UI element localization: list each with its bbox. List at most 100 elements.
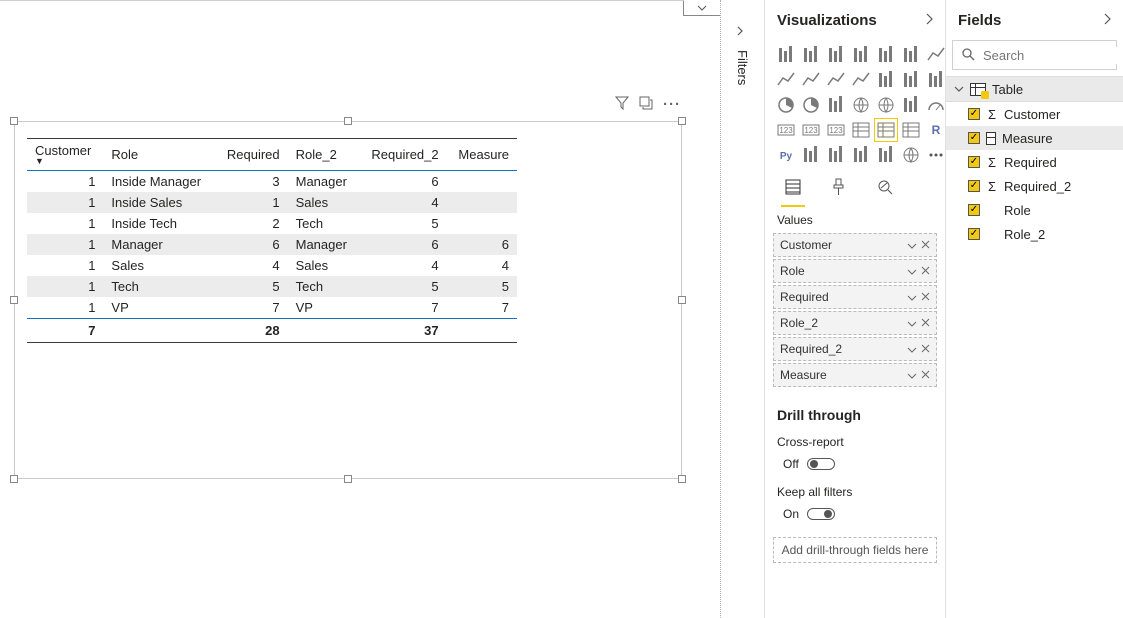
viz-ribbon[interactable] [875,69,897,91]
analytics-tab[interactable] [873,178,897,207]
expand-filters-icon[interactable] [734,26,748,36]
viz-line[interactable] [925,44,945,66]
checkbox-checked[interactable]: ✓ [968,228,980,240]
viz-stacked-column[interactable] [800,44,822,66]
search-input[interactable] [981,47,1123,64]
collapse-viz-icon[interactable] [925,12,933,28]
remove-icon[interactable] [921,290,930,304]
viz-python-visual[interactable]: Py [775,144,797,166]
field-well-customer[interactable]: Customer [773,233,937,257]
viz-area[interactable] [775,69,797,91]
chevron-down-icon[interactable] [907,368,917,382]
viz-clustered-column[interactable] [850,44,872,66]
fields-tab[interactable] [781,178,805,207]
drillthrough-dropzone[interactable]: Add drill-through fields here [773,537,937,563]
report-canvas[interactable]: ··· Customer ▼ Role Required [0,0,720,618]
field-well-measure[interactable]: Measure [773,363,937,387]
viz-qna[interactable] [850,144,872,166]
field-customer[interactable]: ✓ΣCustomer [946,102,1123,126]
field-well-role[interactable]: Role [773,259,937,283]
resize-handle[interactable] [10,475,18,483]
field-well-role_2[interactable]: Role_2 [773,311,937,335]
checkbox-checked[interactable]: ✓ [968,132,980,144]
viz-map[interactable] [850,94,872,116]
checkbox-checked[interactable]: ✓ [968,156,980,168]
remove-icon[interactable] [921,368,930,382]
viz-kpi[interactable]: 123 [825,119,847,141]
chevron-down-icon[interactable] [907,238,917,252]
viz-100-stacked-column[interactable] [900,44,922,66]
viz-slicer[interactable] [850,119,872,141]
collapse-fields-icon[interactable] [1103,12,1111,28]
checkbox-checked[interactable]: ✓ [968,180,980,192]
viz-donut[interactable] [800,94,822,116]
viz-decomposition-tree[interactable] [825,144,847,166]
col-required2[interactable]: Required_2 [359,139,447,171]
viz-paginated[interactable] [875,144,897,166]
filter-icon[interactable] [615,96,629,114]
col-required[interactable]: Required [215,139,288,171]
viz-line-stacked-column[interactable] [825,69,847,91]
resize-handle[interactable] [678,475,686,483]
viz-pie[interactable] [775,94,797,116]
keep-filters-toggle[interactable] [807,508,835,520]
viz-line-clustered-column[interactable] [850,69,872,91]
table-row[interactable]: 1Inside Sales1Sales4 [27,192,517,213]
format-tab[interactable] [827,178,851,207]
resize-handle[interactable] [344,475,352,483]
table-visual[interactable]: ··· Customer ▼ Role Required [14,121,682,479]
remove-icon[interactable] [921,264,930,278]
field-role_2[interactable]: ✓Role_2 [946,222,1123,246]
table-row[interactable]: 1Inside Tech2Tech5 [27,213,517,234]
filters-pane-collapsed[interactable]: Filters [720,0,764,618]
field-well-required[interactable]: Required [773,285,937,309]
remove-icon[interactable] [921,342,930,356]
remove-icon[interactable] [921,316,930,330]
resize-handle[interactable] [10,117,18,125]
col-role[interactable]: Role [103,139,215,171]
viz-filled-map[interactable] [875,94,897,116]
cross-report-toggle[interactable] [807,458,835,470]
viz-r-visual[interactable]: R [925,119,945,141]
viz-multi-row-card[interactable]: 123 [800,119,822,141]
chevron-down-icon[interactable] [907,316,917,330]
viz-treemap[interactable] [825,94,847,116]
viz-arcgis[interactable] [900,144,922,166]
viz-powerapps[interactable] [925,144,945,166]
col-role2[interactable]: Role_2 [288,139,359,171]
viz-key-influencers[interactable] [800,144,822,166]
checkbox-checked[interactable]: ✓ [968,108,980,120]
canvas-dropdown[interactable] [683,0,721,16]
field-required_2[interactable]: ✓ΣRequired_2 [946,174,1123,198]
table-row[interactable]: 1Inside Manager3Manager6 [27,171,517,193]
viz-card[interactable]: 123 [775,119,797,141]
table-row[interactable]: 1Manager6Manager66 [27,234,517,255]
field-well-required_2[interactable]: Required_2 [773,337,937,361]
viz-stacked-area[interactable] [800,69,822,91]
table-row[interactable]: 1Tech5Tech55 [27,276,517,297]
resize-handle[interactable] [10,296,18,304]
viz-scatter[interactable] [925,69,945,91]
field-role[interactable]: ✓Role [946,198,1123,222]
table-row[interactable]: 1VP7VP77 [27,297,517,319]
viz-table[interactable] [875,119,897,141]
viz-stacked-bar[interactable] [775,44,797,66]
resize-handle[interactable] [678,296,686,304]
chevron-down-icon[interactable] [907,342,917,356]
table-row[interactable]: 1Sales4Sales44 [27,255,517,276]
viz-gauge[interactable] [925,94,945,116]
viz-clustered-bar[interactable] [825,44,847,66]
viz-100-stacked-bar[interactable] [875,44,897,66]
col-measure[interactable]: Measure [447,139,517,171]
chevron-down-icon[interactable] [907,264,917,278]
focus-mode-icon[interactable] [639,96,653,114]
more-options-icon[interactable]: ··· [663,96,681,114]
viz-waterfall[interactable] [900,69,922,91]
field-required[interactable]: ✓ΣRequired [946,150,1123,174]
field-measure[interactable]: ✓Measure [946,126,1123,150]
viz-funnel[interactable] [900,94,922,116]
col-customer[interactable]: Customer ▼ [27,139,103,171]
resize-handle[interactable] [344,117,352,125]
fields-search[interactable] [952,40,1117,70]
resize-handle[interactable] [678,117,686,125]
